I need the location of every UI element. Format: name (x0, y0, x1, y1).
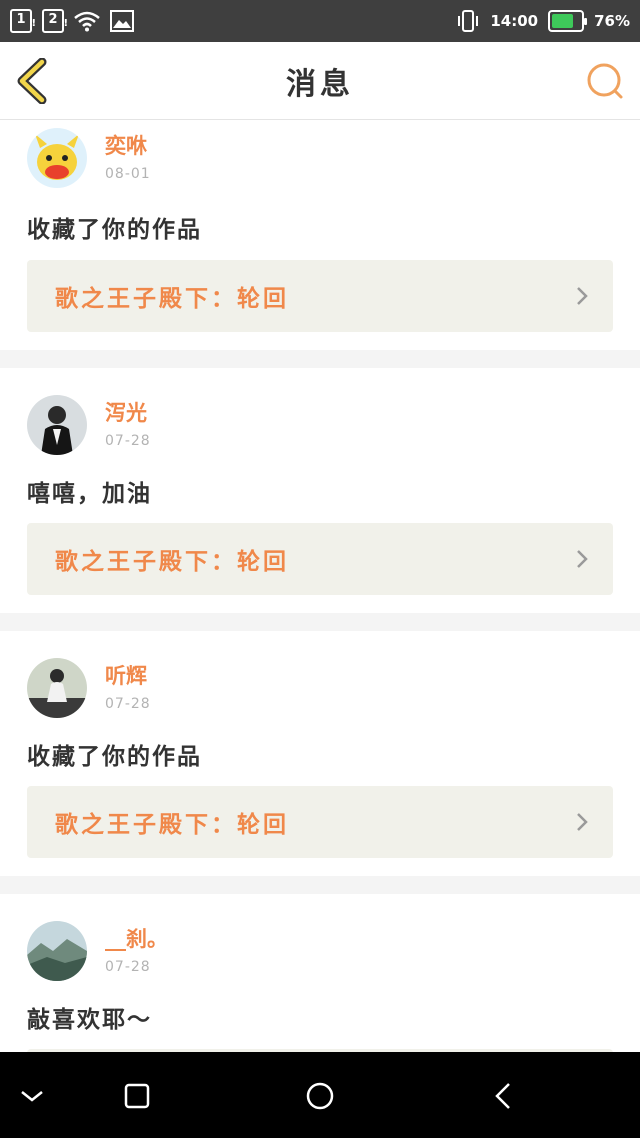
recent-apps-button[interactable] (117, 1076, 157, 1116)
chevron-right-icon (577, 287, 588, 305)
battery-percent: 76% (594, 12, 630, 30)
avatar[interactable] (27, 395, 87, 455)
status-bar: 1 2 14:00 76% (0, 0, 640, 42)
username[interactable]: 泻光 (105, 399, 151, 427)
message-text: 收藏了你的作品 (27, 217, 202, 243)
sim2-icon: 2 (42, 9, 68, 33)
system-nav-bar (0, 1052, 640, 1138)
username[interactable]: __刹。 (105, 925, 168, 953)
battery-icon (548, 10, 588, 32)
work-title: 歌之王子殿下：轮回 (55, 549, 289, 575)
work-link[interactable]: 歌之王子殿下：轮回 (27, 523, 613, 595)
app-header: 消息 (0, 42, 640, 120)
search-button[interactable] (584, 60, 626, 102)
chevron-right-icon (577, 813, 588, 831)
message-date: 07-28 (105, 433, 151, 449)
work-link[interactable]: 歌之王子殿下：轮回 (27, 786, 613, 858)
username[interactable]: 听辉 (105, 662, 151, 690)
sim1-icon: 1 (10, 9, 36, 33)
work-title: 歌之王子殿下：轮回 (55, 286, 289, 312)
avatar[interactable] (27, 658, 87, 718)
home-button[interactable] (300, 1076, 340, 1116)
message-list[interactable]: 奕咻 08-01 收藏了你的作品 歌之王子殿下：轮回 泻光 07-28 嘻嘻，加… (0, 120, 640, 1052)
back-nav-button[interactable] (484, 1076, 524, 1116)
avatar[interactable] (27, 921, 87, 981)
chevron-right-icon (577, 550, 588, 568)
avatar[interactable] (27, 128, 87, 188)
message-card: __刹。 07-28 敲喜欢耶～ (0, 894, 640, 1052)
message-card: 奕咻 08-01 收藏了你的作品 歌之王子殿下：轮回 (0, 120, 640, 350)
back-button[interactable] (14, 58, 54, 104)
message-text: 嘻嘻，加油 (27, 481, 152, 507)
vibrate-icon (458, 10, 479, 32)
work-link[interactable]: 歌之王子殿下：轮回 (27, 260, 613, 332)
message-text: 收藏了你的作品 (27, 744, 202, 770)
message-date: 07-28 (105, 959, 151, 975)
message-date: 08-01 (105, 166, 151, 182)
clock: 14:00 (490, 12, 539, 30)
message-card: 听辉 07-28 收藏了你的作品 歌之王子殿下：轮回 (0, 631, 640, 876)
page-title: 消息 (286, 66, 354, 102)
username[interactable]: 奕咻 (105, 132, 151, 160)
image-icon (110, 10, 134, 32)
message-card: 泻光 07-28 嘻嘻，加油 歌之王子殿下：轮回 (0, 368, 640, 613)
work-title: 歌之王子殿下：轮回 (55, 812, 289, 838)
wifi-icon (74, 11, 100, 32)
message-text: 敲喜欢耶～ (27, 1007, 152, 1033)
chevron-down-icon[interactable] (12, 1076, 52, 1116)
message-date: 07-28 (105, 696, 151, 712)
